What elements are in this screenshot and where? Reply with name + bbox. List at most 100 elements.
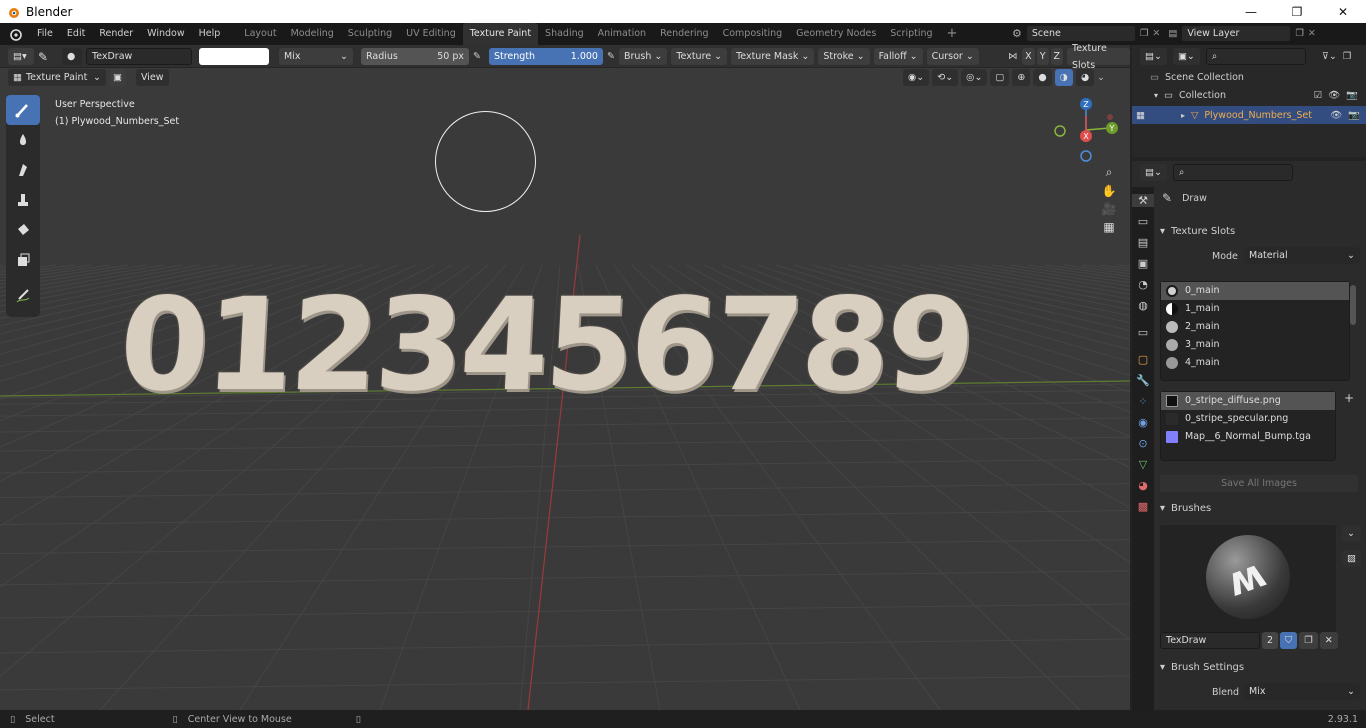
modifier-tab-icon[interactable]: 🔧	[1136, 374, 1150, 387]
tab-scripting[interactable]: Scripting	[883, 23, 939, 45]
close-button[interactable]: ✕	[1320, 0, 1366, 23]
brush-name-field[interactable]: TexDraw	[1160, 632, 1260, 649]
smear-tool-icon[interactable]	[6, 155, 40, 185]
outliner-editor-type-icon[interactable]: ▤⌄	[1140, 48, 1167, 65]
wireframe-shading-icon[interactable]: ⊕	[1012, 69, 1031, 86]
collection-label[interactable]: Collection	[1179, 90, 1226, 101]
delete-view-layer-icon[interactable]: ✕	[1308, 28, 1316, 39]
strength-slider[interactable]: Strength 1.000	[488, 48, 603, 65]
plywood-numbers-object[interactable]: 0 1 2 3 4 5 6 7 8 9	[116, 255, 1020, 420]
editor-type-icon[interactable]: ▤▾	[8, 48, 34, 65]
brush-settings-header[interactable]: ▾ Brush Settings	[1160, 662, 1244, 673]
checkbox-icon[interactable]: ☑	[1314, 90, 1323, 101]
material-slot-list[interactable]: 0_main 1_main 2_main 3_main 4_main	[1160, 281, 1350, 381]
view-menu[interactable]: View	[136, 69, 169, 86]
list-item[interactable]: 3_main	[1161, 336, 1349, 354]
properties-editor-type-icon[interactable]: ▤⌄	[1140, 164, 1167, 181]
image-slot-list[interactable]: 0_stripe_diffuse.png 0_stripe_specular.p…	[1160, 391, 1336, 461]
tab-sculpting[interactable]: Sculpting	[341, 23, 399, 45]
duplicate-brush-icon[interactable]: ❐	[1299, 632, 1318, 649]
shading-options-icon[interactable]: ⌄	[1097, 73, 1105, 83]
blend-dropdown[interactable]: Mix ⌄	[1244, 683, 1360, 700]
unlink-brush-icon[interactable]: ✕	[1319, 632, 1338, 649]
material-tab-icon[interactable]: ◕	[1138, 479, 1148, 492]
menu-file[interactable]: File	[30, 23, 60, 45]
save-all-images-button[interactable]: Save All Images	[1160, 475, 1358, 492]
radius-pressure-icon[interactable]: ✎	[473, 51, 481, 62]
delete-scene-icon[interactable]: ✕	[1152, 28, 1160, 39]
scene-tab-icon[interactable]: ◔	[1138, 278, 1148, 291]
fake-user-shield-icon[interactable]: ⛉	[1280, 632, 1298, 649]
list-item[interactable]: 0_stripe_specular.png	[1161, 410, 1335, 428]
radius-slider[interactable]: Radius 50 px	[361, 48, 469, 65]
mirror-y-toggle[interactable]: Y	[1036, 48, 1049, 65]
mesh-data-tab-icon[interactable]: ▽	[1139, 458, 1147, 471]
gizmo-toggle-icon[interactable]: ⟲⌄	[932, 69, 959, 86]
mask-tool-icon[interactable]	[6, 245, 40, 275]
output-tab-icon[interactable]: ▤	[1138, 236, 1148, 249]
constraints-tab-icon[interactable]: ⊙	[1138, 437, 1147, 450]
mode-dropdown[interactable]: ▦ Texture Paint ⌄	[8, 69, 106, 86]
brush-users-count[interactable]: 2	[1262, 632, 1279, 649]
stroke-menu[interactable]: Stroke ⌄	[818, 48, 870, 65]
tool-tab-icon[interactable]: ⚒	[1132, 194, 1154, 207]
rendered-shading-icon[interactable]: ◕	[1075, 69, 1095, 86]
outliner-search-input[interactable]: ⌕	[1205, 48, 1306, 65]
ortho-grid-icon[interactable]: ▦	[1103, 220, 1114, 234]
brush-preview-icon[interactable]: ●	[62, 48, 82, 65]
maximize-button[interactable]: ❐	[1274, 0, 1320, 23]
fill-tool-icon[interactable]	[6, 215, 40, 245]
display-mode-icon[interactable]: ▣⌄	[1172, 48, 1200, 65]
tab-geometry-nodes[interactable]: Geometry Nodes	[789, 23, 883, 45]
chevron-down-icon[interactable]: ⌄	[1342, 525, 1361, 542]
eye-icon[interactable]: 👁	[1328, 90, 1340, 101]
tab-layout[interactable]: Layout	[237, 23, 283, 45]
particles-tab-icon[interactable]: ⁘	[1138, 395, 1147, 408]
xray-toggle-icon[interactable]: ▢	[990, 69, 1010, 86]
brush-color-swatch[interactable]	[199, 48, 269, 65]
menu-edit[interactable]: Edit	[60, 23, 92, 45]
new-collection-icon[interactable]: ❐	[1343, 51, 1352, 62]
menu-render[interactable]: Render	[92, 23, 140, 45]
list-item[interactable]: 0_stripe_diffuse.png	[1161, 392, 1335, 410]
tab-rendering[interactable]: Rendering	[653, 23, 716, 45]
zoom-icon[interactable]: ⌕	[1106, 165, 1113, 180]
list-scrollbar[interactable]	[1350, 285, 1356, 325]
list-item[interactable]: 1_main	[1161, 300, 1349, 318]
soften-tool-icon[interactable]	[6, 125, 40, 155]
render-tab-icon[interactable]: ▭	[1138, 215, 1148, 228]
collection-tab-icon[interactable]: ▭	[1138, 326, 1148, 339]
pan-hand-icon[interactable]: ✋	[1102, 184, 1117, 198]
menu-help[interactable]: Help	[192, 23, 228, 45]
blend-mode-dropdown[interactable]: Mix ⌄	[279, 48, 353, 65]
texture-slots-menu[interactable]: Texture Slots	[1067, 43, 1130, 71]
material-shading-icon[interactable]: ◑	[1054, 69, 1073, 86]
texture-tab-icon[interactable]: ▩	[1138, 500, 1148, 513]
minimize-button[interactable]: —	[1228, 0, 1274, 23]
brush-menu[interactable]: Brush ⌄	[618, 48, 668, 65]
tab-shading[interactable]: Shading	[538, 23, 591, 45]
list-item[interactable]: 4_main	[1161, 354, 1349, 372]
brush-image-icon[interactable]: ▨	[1342, 550, 1361, 567]
cursor-menu[interactable]: Cursor ⌄	[926, 48, 979, 65]
mirror-z-toggle[interactable]: Z	[1050, 48, 1064, 65]
add-workspace-icon[interactable]: +	[940, 23, 965, 45]
physics-tab-icon[interactable]: ◉	[1138, 416, 1148, 429]
brush-name-field[interactable]: TexDraw	[86, 48, 192, 65]
texture-mask-menu[interactable]: Texture Mask ⌄	[731, 48, 815, 65]
mirror-x-toggle[interactable]: X	[1022, 48, 1035, 65]
blender-menu-icon[interactable]	[8, 27, 22, 41]
strength-pressure-icon[interactable]: ✎	[607, 51, 615, 62]
tab-modeling[interactable]: Modeling	[284, 23, 341, 45]
object-label[interactable]: Plywood_Numbers_Set	[1204, 110, 1312, 121]
visibility-dropdown-icon[interactable]: ◉⌄	[903, 69, 930, 86]
eye-icon[interactable]: 👁	[1330, 110, 1342, 121]
clone-tool-icon[interactable]	[6, 185, 40, 215]
view-layer-icon[interactable]: ▤	[1168, 28, 1177, 39]
3d-viewport[interactable]: 0 1 2 3 4 5 6 7 8 9 .digit{font-family:"…	[0, 45, 1130, 710]
world-tab-icon[interactable]: ◍	[1138, 299, 1148, 312]
object-tab-icon[interactable]: ▢	[1138, 353, 1148, 366]
navigation-gizmo[interactable]: Z Y X	[1050, 93, 1120, 163]
new-view-layer-icon[interactable]: ❐	[1295, 28, 1304, 39]
expand-arrow-icon[interactable]: ▾	[1154, 91, 1158, 100]
